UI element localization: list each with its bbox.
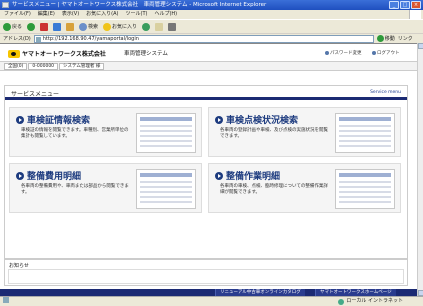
stop-button[interactable] [40, 22, 49, 31]
system-name: 車両管理システム [124, 51, 168, 57]
address-bar: アドレス(D) http://192.168.90.47/yamaportal/… [0, 33, 423, 43]
card-title[interactable]: 整備作業明細 [215, 169, 280, 182]
window-titlebar: サービスメニュー | ヤマトオートワークス株式会社 車両管理システム - Mic… [0, 0, 423, 10]
menu-edit[interactable]: 編集(E) [38, 10, 55, 19]
card-title[interactable]: 整備費用明細 [16, 169, 81, 182]
forward-button[interactable] [27, 22, 36, 31]
service-menu: サービスメニュー Service menu 車検証情報検索 車検証の情報を閲覧で… [4, 85, 408, 259]
user-info-bar: 全国(0) 0-000000 システム管理者 様 [0, 62, 417, 71]
go-button[interactable]: 移動 [376, 35, 395, 42]
links-button[interactable]: リンク [398, 35, 413, 42]
site-header: ヤマトオートワークス株式会社 車両管理システム パスワード変更 ログアウト [0, 44, 417, 62]
security-zone: ローカル イントラネット [338, 297, 403, 306]
go-label: 移動 [384, 36, 395, 42]
maximize-button[interactable]: □ [400, 1, 410, 9]
user-code-field: 0-000000 [28, 62, 59, 70]
user-name-field: システム管理者 様 [59, 62, 105, 70]
company-name: ヤマトオートワークス株式会社 [22, 51, 106, 58]
star-icon [103, 22, 112, 31]
vertical-scrollbar[interactable] [417, 43, 423, 296]
card-title-text: 整備作業明細 [226, 172, 281, 182]
logout-icon [372, 51, 376, 55]
card-inspection-status-search[interactable]: 車検点検状況検索 各車両の登録計画や車検、及び点検の実施状況を閲覧できます。 [208, 107, 401, 157]
menu-favorites[interactable]: お気に入り(A) [86, 10, 118, 19]
arrow-right-icon [16, 115, 24, 124]
logout-link[interactable]: ログアウト [372, 50, 400, 56]
password-change-link[interactable]: パスワード変更 [325, 50, 362, 56]
card-maintenance-cost-detail[interactable]: 整備費用明細 各車両の整備費用や、車両または部品から閲覧できます。 [9, 163, 202, 213]
back-arrow-icon [3, 22, 11, 31]
windows-logo-icon [409, 10, 421, 19]
print-button[interactable] [168, 22, 177, 31]
menu-file[interactable]: ファイル(F) [4, 10, 31, 19]
menu-tools[interactable]: ツール(T) [126, 10, 148, 19]
browser-toolbar: 戻る 検索 お気に入り [0, 19, 423, 33]
ie-page-icon [2, 2, 9, 8]
menu-view[interactable]: 表示(V) [62, 10, 79, 19]
search-label: 検索 [88, 24, 99, 30]
card-title-text: 整備費用明細 [27, 172, 82, 182]
card-title[interactable]: 車検点検状況検索 [215, 113, 298, 126]
arrow-right-icon [215, 115, 223, 124]
card-title-text: 車検証情報検索 [27, 116, 91, 126]
menu-bar: ファイル(F) 編集(E) 表示(V) お気に入り(A) ツール(T) ヘルプ(… [0, 10, 423, 19]
minimize-button[interactable]: _ [389, 1, 399, 9]
close-button[interactable]: × [411, 1, 421, 9]
service-menu-header: サービスメニュー Service menu [5, 86, 407, 100]
arrow-right-icon [16, 171, 24, 180]
favorites-label: お気に入り [112, 24, 138, 30]
notice-body [8, 269, 404, 284]
back-button[interactable]: 戻る [3, 22, 23, 31]
service-menu-subtitle: Service menu [370, 90, 401, 95]
card-vehicle-cert-search[interactable]: 車検証情報検索 車検証の情報を閲覧できます。車種別、営業所単位の集計も閲覧してい… [9, 107, 202, 157]
search-button[interactable]: 検索 [79, 22, 99, 31]
company-logo: ヤマトオートワークス株式会社 [8, 49, 106, 58]
card-description: 各車両の整備費用や、車両または部品から閲覧できます。 [21, 184, 129, 195]
mail-button[interactable] [155, 22, 164, 31]
favorites-button[interactable]: お気に入り [103, 22, 138, 31]
card-description: 各車両の車検、点検、臨時修理についての整備作業詳細が閲覧できます。 [220, 184, 328, 195]
window-controls: _ □ × [389, 1, 421, 9]
card-description: 車検証の情報を閲覧できます。車種別、営業所単位の集計も閲覧しています。 [21, 128, 129, 139]
back-label: 戻る [12, 24, 23, 30]
intranet-zone-icon [338, 298, 345, 305]
zone-label: ローカル イントラネット [346, 298, 403, 304]
key-icon [325, 51, 329, 55]
logout-label: ログアウト [377, 51, 400, 56]
card-description: 各車両の登録計画や車検、及び点検の実施状況を閲覧できます。 [220, 128, 328, 139]
go-arrow-icon [376, 35, 384, 42]
status-left [3, 297, 11, 303]
card-maintenance-work-detail[interactable]: 整備作業明細 各車両の車検、点検、臨時修理についての整備作業詳細が閲覧できます。 [208, 163, 401, 213]
address-label: アドレス(D) [3, 36, 31, 42]
notice-title: お知らせ [9, 263, 29, 269]
status-bar: ローカル イントラネット [0, 296, 423, 306]
search-icon [79, 22, 88, 31]
window-title: サービスメニュー | ヤマトオートワークス株式会社 車両管理システム - Mic… [12, 2, 267, 8]
card-title[interactable]: 車検証情報検索 [16, 113, 90, 126]
service-menu-title: サービスメニュー [11, 91, 60, 98]
home-button[interactable] [66, 22, 75, 31]
screen-thumbnail [335, 169, 395, 209]
region-field: 全国(0) [4, 62, 28, 70]
page-done-icon [3, 297, 9, 303]
black-cat-logo-icon [8, 49, 20, 58]
url-input[interactable]: http://192.168.90.47/yamaportal/login [33, 34, 374, 43]
history-button[interactable] [142, 22, 151, 31]
screen-thumbnail [136, 169, 196, 209]
page-viewport: ヤマトオートワークス株式会社 車両管理システム パスワード変更 ログアウト 全国… [0, 43, 417, 297]
screen-thumbnail [136, 113, 196, 153]
refresh-button[interactable] [53, 22, 62, 31]
notice-panel: お知らせ [4, 259, 408, 286]
password-change-label: パスワード変更 [330, 51, 362, 56]
scroll-up-arrow-icon[interactable] [418, 43, 423, 49]
card-title-text: 車検点検状況検索 [226, 116, 299, 126]
screen-thumbnail [335, 113, 395, 153]
arrow-right-icon [215, 171, 223, 180]
menu-help[interactable]: ヘルプ(H) [154, 10, 177, 19]
